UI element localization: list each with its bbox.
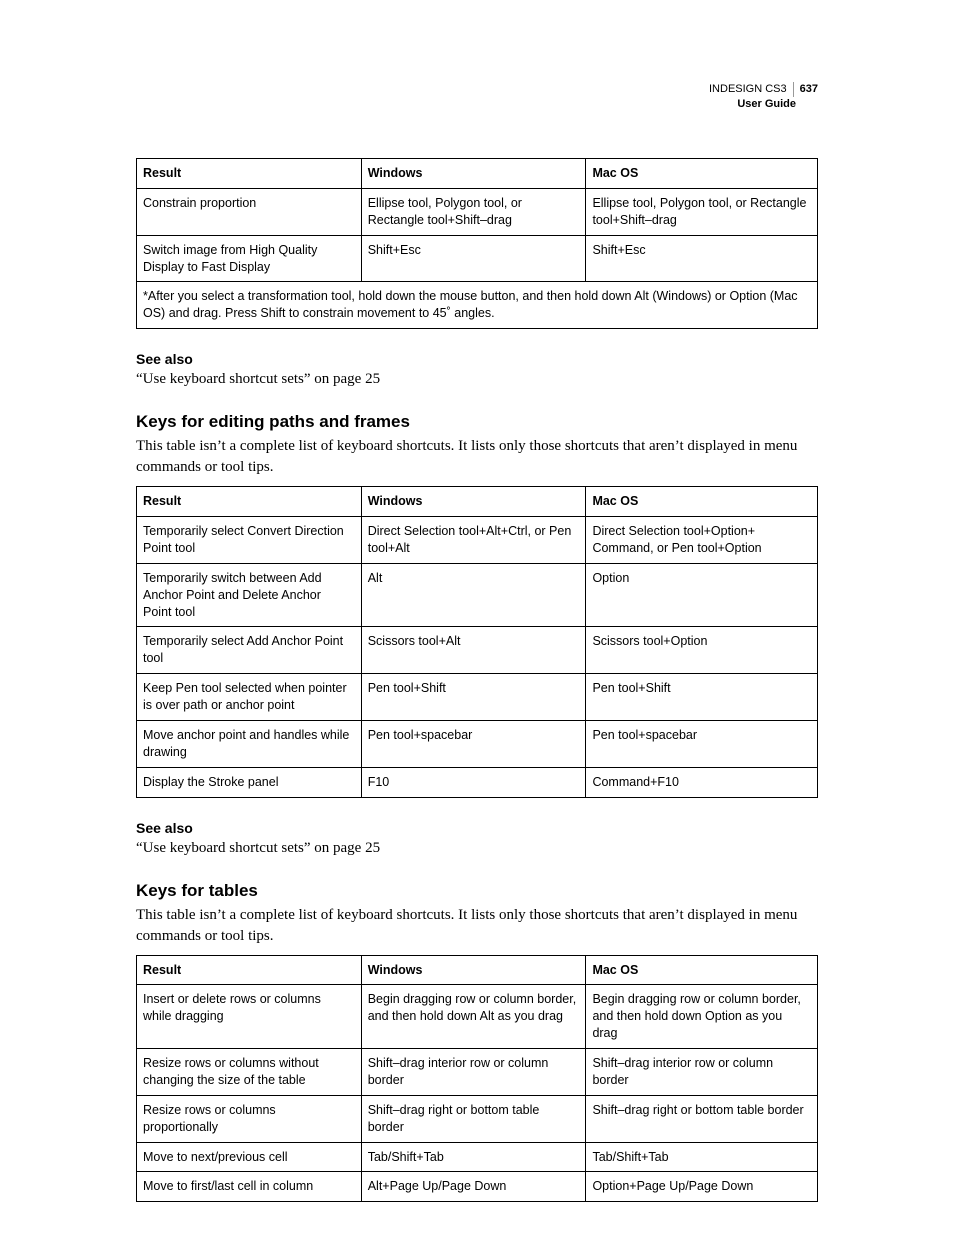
page-header: INDESIGN CS3 637 User Guide (709, 82, 818, 112)
table-row: Temporarily select Add Anchor Point tool… (137, 627, 818, 674)
cell-result: Constrain proportion (137, 188, 362, 235)
table-header-row: Result Windows Mac OS (137, 487, 818, 517)
table-footnote-row: *After you select a transformation tool,… (137, 282, 818, 329)
cell-result: Move to first/last cell in column (137, 1172, 362, 1202)
section-intro: This table isn’t a complete list of keyb… (136, 905, 818, 947)
col-header-result: Result (137, 955, 362, 985)
cell-windows: Alt+Page Up/Page Down (361, 1172, 586, 1202)
shortcuts-table-tables: Result Windows Mac OS Insert or delete r… (136, 955, 818, 1203)
cell-windows: Scissors tool+Alt (361, 627, 586, 674)
table-row: Temporarily switch between Add Anchor Po… (137, 563, 818, 627)
shortcuts-table-paths-frames: Result Windows Mac OS Temporarily select… (136, 486, 818, 797)
cell-macos: Direct Selection tool+Option+ Command, o… (586, 517, 818, 564)
table-header-row: Result Windows Mac OS (137, 159, 818, 189)
cell-macos: Command+F10 (586, 767, 818, 797)
cell-windows: Pen tool+spacebar (361, 720, 586, 767)
cell-windows: F10 (361, 767, 586, 797)
cell-result: Keep Pen tool selected when pointer is o… (137, 674, 362, 721)
see-also-heading: See also (136, 351, 818, 367)
header-guide: User Guide (709, 97, 818, 112)
cell-result: Temporarily select Convert Direction Poi… (137, 517, 362, 564)
cell-macos: Ellipse tool, Polygon tool, or Rectangle… (586, 188, 818, 235)
col-header-macos: Mac OS (586, 955, 818, 985)
cell-windows: Shift+Esc (361, 235, 586, 282)
cell-macos: Pen tool+spacebar (586, 720, 818, 767)
header-page-number: 637 (793, 82, 818, 97)
table-row: Move anchor point and handles while draw… (137, 720, 818, 767)
page-content: Result Windows Mac OS Constrain proporti… (136, 82, 818, 1202)
cell-macos: Shift–drag interior row or column border (586, 1049, 818, 1096)
table-footnote: *After you select a transformation tool,… (137, 282, 818, 329)
cell-macos: Shift–drag right or bottom table border (586, 1095, 818, 1142)
cell-result: Resize rows or columns without changing … (137, 1049, 362, 1096)
col-header-windows: Windows (361, 159, 586, 189)
cell-macos: Tab/Shift+Tab (586, 1142, 818, 1172)
header-product: INDESIGN CS3 (709, 82, 787, 97)
cell-macos: Option (586, 563, 818, 627)
cell-macos: Pen tool+Shift (586, 674, 818, 721)
col-header-result: Result (137, 159, 362, 189)
cell-macos: Option+Page Up/Page Down (586, 1172, 818, 1202)
see-also-heading: See also (136, 820, 818, 836)
table-row: Temporarily select Convert Direction Poi… (137, 517, 818, 564)
table-row: Keep Pen tool selected when pointer is o… (137, 674, 818, 721)
cell-result: Temporarily switch between Add Anchor Po… (137, 563, 362, 627)
shortcuts-table-transform: Result Windows Mac OS Constrain proporti… (136, 158, 818, 329)
table-row: Display the Stroke panel F10 Command+F10 (137, 767, 818, 797)
cell-macos: Begin dragging row or column border, and… (586, 985, 818, 1049)
cell-result: Resize rows or columns proportionally (137, 1095, 362, 1142)
cell-windows: Begin dragging row or column border, and… (361, 985, 586, 1049)
cell-result: Move to next/previous cell (137, 1142, 362, 1172)
cell-result: Move anchor point and handles while draw… (137, 720, 362, 767)
see-also-link-text: “Use keyboard shortcut sets” on page 25 (136, 840, 818, 857)
cell-windows: Direct Selection tool+Alt+Ctrl, or Pen t… (361, 517, 586, 564)
table-row: Resize rows or columns proportionally Sh… (137, 1095, 818, 1142)
cell-macos: Shift+Esc (586, 235, 818, 282)
cell-windows: Shift–drag right or bottom table border (361, 1095, 586, 1142)
table-row: Resize rows or columns without changing … (137, 1049, 818, 1096)
cell-windows: Tab/Shift+Tab (361, 1142, 586, 1172)
table-row: Move to first/last cell in column Alt+Pa… (137, 1172, 818, 1202)
col-header-macos: Mac OS (586, 159, 818, 189)
cell-result: Display the Stroke panel (137, 767, 362, 797)
col-header-windows: Windows (361, 955, 586, 985)
see-also-link-text: “Use keyboard shortcut sets” on page 25 (136, 371, 818, 388)
col-header-result: Result (137, 487, 362, 517)
cell-windows: Ellipse tool, Polygon tool, or Rectangle… (361, 188, 586, 235)
table-row: Constrain proportion Ellipse tool, Polyg… (137, 188, 818, 235)
section-intro: This table isn’t a complete list of keyb… (136, 436, 818, 478)
table-row: Move to next/previous cell Tab/Shift+Tab… (137, 1142, 818, 1172)
cell-windows: Shift–drag interior row or column border (361, 1049, 586, 1096)
table-row: Switch image from High Quality Display t… (137, 235, 818, 282)
col-header-macos: Mac OS (586, 487, 818, 517)
table-header-row: Result Windows Mac OS (137, 955, 818, 985)
cell-macos: Scissors tool+Option (586, 627, 818, 674)
cell-result: Insert or delete rows or columns while d… (137, 985, 362, 1049)
cell-result: Temporarily select Add Anchor Point tool (137, 627, 362, 674)
cell-windows: Pen tool+Shift (361, 674, 586, 721)
table-row: Insert or delete rows or columns while d… (137, 985, 818, 1049)
page: INDESIGN CS3 637 User Guide Result Windo… (0, 0, 954, 1235)
cell-windows: Alt (361, 563, 586, 627)
col-header-windows: Windows (361, 487, 586, 517)
section-heading-tables: Keys for tables (136, 881, 818, 901)
cell-result: Switch image from High Quality Display t… (137, 235, 362, 282)
section-heading-paths-frames: Keys for editing paths and frames (136, 412, 818, 432)
